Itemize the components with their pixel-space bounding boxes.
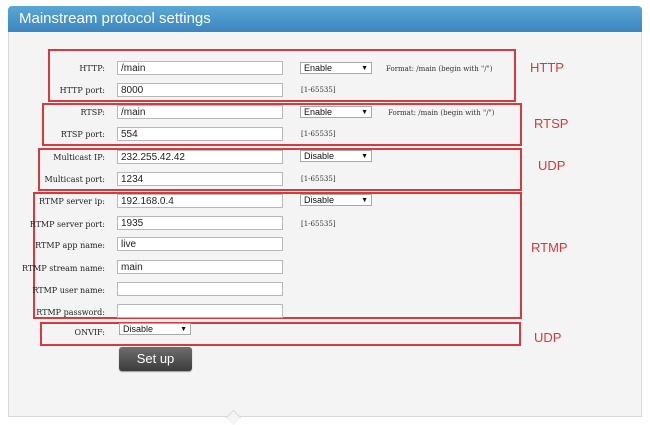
rtmp-stream-name-label: RTMP stream name: (21, 264, 105, 273)
rtmp-user-name-input[interactable] (117, 282, 283, 296)
rtsp-format-hint: Format: /main (begin with "/") (388, 109, 495, 117)
rtmp-mode-value: Disable (304, 195, 335, 205)
rtmp-password-label: RTMP password: (36, 308, 105, 317)
multicast-mode-value: Disable (304, 151, 335, 161)
rtmp-mode-select[interactable]: Disable ▼ (300, 194, 372, 206)
multicast-ip-label: Multicast IP: (53, 153, 105, 162)
multicast-port-input[interactable]: 1234 (117, 172, 283, 186)
rtsp-path-label: RTSP: (80, 108, 106, 117)
rtsp-mode-value: Enable (304, 107, 333, 117)
http-path-label: HTTP: (79, 64, 105, 73)
http-annotation-label: HTTP (530, 60, 564, 75)
rtmp-app-name-input[interactable]: live (117, 237, 283, 251)
rtmp-server-ip-input[interactable]: 192.168.0.4 (117, 194, 283, 208)
rtmp-user-name-label: RTMP user name: (32, 286, 105, 295)
header-bar: Mainstream protocol settings (8, 6, 642, 32)
dropdown-arrow-icon: ▼ (361, 65, 368, 72)
rtmp-app-name-label: RTMP app name: (35, 241, 105, 250)
multicast-port-label: Multicast port: (44, 175, 105, 184)
rtsp-path-input[interactable]: /main (117, 105, 283, 119)
rtmp-server-port-input[interactable]: 1935 (117, 216, 283, 230)
http-path-input[interactable]: /main (117, 61, 283, 75)
page-title: Mainstream protocol settings (19, 10, 211, 27)
rtsp-port-input[interactable]: 554 (117, 127, 283, 141)
dropdown-arrow-icon: ▼ (180, 326, 187, 333)
onvif-mode-select[interactable]: Disable ▼ (119, 323, 191, 335)
rtmp-annotation-label: RTMP (531, 240, 568, 255)
rtmp-port-range: [1-65535] (301, 220, 336, 228)
onvif-label: ONVIF: (74, 328, 105, 337)
dropdown-arrow-icon: ▼ (361, 109, 368, 116)
onvif-mode-value: Disable (123, 324, 154, 334)
rtmp-server-ip-label: RTMP server ip: (39, 197, 105, 206)
onvif-annotation-box (40, 322, 521, 346)
multicast-annotation-label: UDP (538, 158, 566, 173)
multicast-port-range: [1-65535] (301, 175, 336, 183)
multicast-ip-input[interactable]: 232.255.42.42 (117, 150, 283, 164)
rtmp-stream-name-input[interactable]: main (117, 260, 283, 274)
dropdown-arrow-icon: ▼ (361, 153, 368, 160)
rtsp-annotation-label: RTSP (534, 116, 569, 131)
multicast-mode-select[interactable]: Disable ▼ (300, 150, 372, 162)
rtmp-server-port-label: RTMP server port: (29, 220, 105, 229)
http-port-input[interactable]: 8000 (117, 83, 283, 97)
rtmp-password-input[interactable] (117, 304, 283, 318)
http-port-range: [1-65535] (301, 86, 336, 94)
http-port-label: HTTP port: (59, 86, 105, 95)
rtsp-port-label: RTSP port: (60, 130, 105, 139)
http-mode-select[interactable]: Enable ▼ (300, 62, 372, 74)
dropdown-arrow-icon: ▼ (361, 197, 368, 204)
rtsp-mode-select[interactable]: Enable ▼ (300, 106, 372, 118)
http-format-hint: Format: /main (begin with "/") (386, 65, 493, 73)
onvif-annotation-label: UDP (534, 330, 562, 345)
rtsp-port-range: [1-65535] (301, 130, 336, 138)
setup-button[interactable]: Set up (119, 347, 192, 371)
rtmp-annotation-box (33, 192, 522, 319)
http-mode-value: Enable (304, 63, 333, 73)
